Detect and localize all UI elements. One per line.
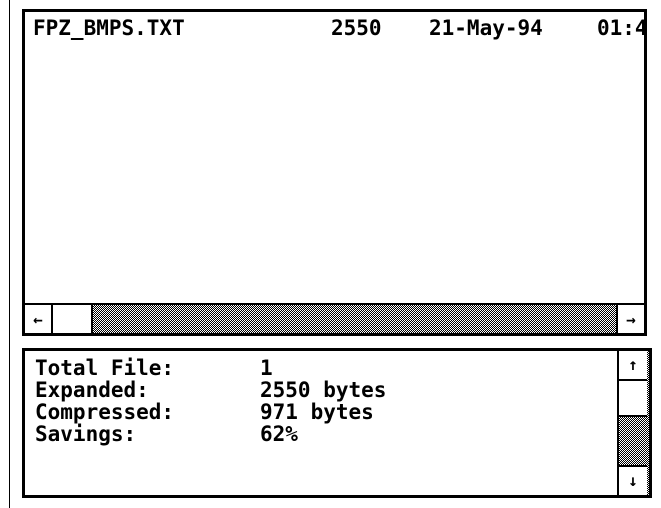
arrow-left-icon: ← xyxy=(33,310,43,329)
horizontal-scrollbar[interactable]: ← → xyxy=(25,303,644,333)
savings-row: Savings: 62% xyxy=(35,423,298,445)
compressed-row: Compressed: 971 bytes xyxy=(35,401,374,423)
horizontal-scroll-thumb[interactable] xyxy=(53,305,93,333)
file-date: 21-May-94 xyxy=(429,16,543,40)
vertical-scroll-thumb[interactable] xyxy=(619,381,647,417)
arrow-up-icon: ↑ xyxy=(628,355,638,374)
scroll-up-button[interactable]: ↑ xyxy=(619,351,647,381)
window-left-border xyxy=(9,0,10,508)
total-file-value: 1 xyxy=(260,356,273,380)
scroll-right-button[interactable]: → xyxy=(616,305,644,333)
file-size: 2550 xyxy=(331,16,382,40)
file-name: FPZ_BMPS.TXT xyxy=(33,16,185,40)
arrow-down-icon: ↓ xyxy=(628,471,638,490)
savings-label: Savings: xyxy=(35,422,137,446)
file-time: 01:4 xyxy=(597,16,647,40)
arrow-right-icon: → xyxy=(626,310,636,329)
expanded-value: 2550 bytes xyxy=(260,378,387,402)
expanded-label: Expanded: xyxy=(35,378,149,402)
compressed-label: Compressed: xyxy=(35,400,175,424)
file-list-row[interactable]: FPZ_BMPS.TXT 2550 21-May-94 01:4 xyxy=(33,16,647,40)
compressed-value: 971 bytes xyxy=(260,400,374,424)
savings-value: 62% xyxy=(260,422,298,446)
vertical-scrollbar[interactable]: ↑ ↓ xyxy=(617,351,649,495)
summary-panel[interactable]: Total File: 1 Expanded: 2550 bytes Compr… xyxy=(22,348,652,498)
scroll-down-button[interactable]: ↓ xyxy=(619,465,647,495)
total-file-row: Total File: 1 xyxy=(35,357,273,379)
scroll-left-button[interactable]: ← xyxy=(25,305,53,333)
total-file-label: Total File: xyxy=(35,356,175,380)
expanded-row: Expanded: 2550 bytes xyxy=(35,379,386,401)
file-list-panel[interactable]: FPZ_BMPS.TXT 2550 21-May-94 01:4 ← → xyxy=(22,9,647,336)
